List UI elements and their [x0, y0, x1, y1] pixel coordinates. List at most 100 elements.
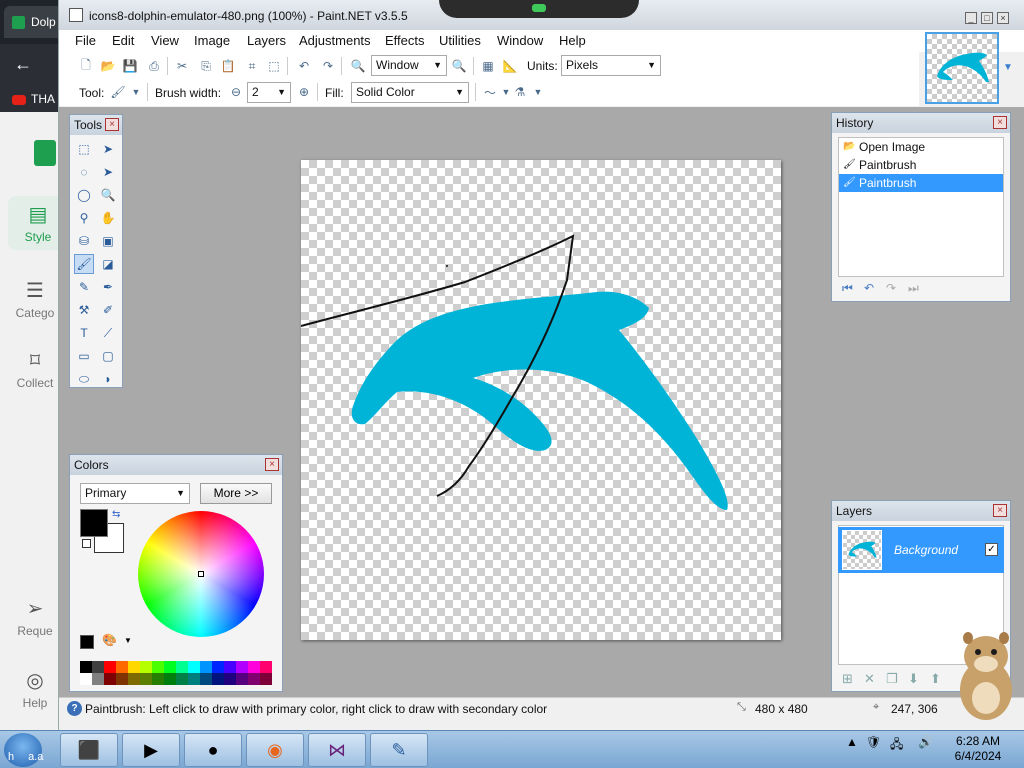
grid-icon[interactable]: ▦ — [479, 57, 497, 75]
move-layer-up-icon[interactable]: ⬆ — [930, 671, 941, 687]
menu-utilities[interactable]: Utilities — [439, 33, 481, 48]
primary-color-swatch[interactable] — [80, 509, 108, 537]
brush-width-dropdown[interactable]: 2 ▼ — [247, 82, 291, 103]
menu-effects[interactable]: Effects — [385, 33, 425, 48]
chevron-down-icon[interactable]: ▼ — [1003, 62, 1013, 73]
save-icon[interactable]: 💾 — [121, 57, 139, 75]
magic-wand-icon[interactable]: ⚲ — [74, 208, 94, 228]
zoom-out-icon[interactable]: 🔍 — [349, 57, 367, 75]
zoom-dropdown[interactable]: Window ▼ — [371, 55, 447, 76]
menu-adjustments[interactable]: Adjustments — [299, 33, 371, 48]
taskbar-app-2[interactable]: ▶ — [122, 733, 180, 767]
taskbar-firefox[interactable]: ◉ — [246, 733, 304, 767]
tools-panel-close-button[interactable]: × — [105, 118, 119, 131]
freeform-shape-icon[interactable]: ◗ — [98, 369, 118, 389]
history-panel-close-button[interactable]: × — [993, 116, 1007, 129]
palette-menu-icon[interactable]: 🎨 — [102, 633, 117, 647]
eraser-icon[interactable]: ◪ — [98, 254, 118, 274]
units-dropdown[interactable]: Pixels ▼ — [561, 55, 661, 76]
taskbar-app-1[interactable]: ⬛ — [60, 733, 118, 767]
history-redo-icon[interactable]: ↷ — [886, 281, 896, 295]
pan-hand-icon[interactable]: ✋ — [98, 208, 118, 228]
rectangle-shape-icon[interactable]: ▭ — [74, 346, 94, 366]
duplicate-layer-icon[interactable]: ❐ — [886, 671, 898, 687]
open-folder-icon[interactable]: 📂 — [99, 57, 117, 75]
color-wheel[interactable] — [138, 511, 264, 637]
paint-bucket-icon[interactable]: ⛁ — [74, 231, 94, 251]
text-icon[interactable]: T — [74, 323, 94, 343]
history-first-icon[interactable]: ⏮ — [842, 281, 853, 296]
chevron-down-icon[interactable]: ▼ — [127, 83, 145, 101]
menu-file[interactable]: File — [75, 33, 96, 48]
blend-mode-icon[interactable]: ⚗ — [511, 83, 529, 101]
pencil-icon[interactable]: ✎ — [74, 277, 94, 297]
menu-edit[interactable]: Edit — [112, 33, 134, 48]
paintbrush-icon[interactable]: 🖌 — [109, 83, 127, 101]
color-mode-dropdown[interactable]: Primary ▼ — [80, 483, 190, 504]
color-palette[interactable] — [80, 661, 272, 685]
image-thumbnail-tab[interactable] — [925, 32, 999, 104]
increase-width-icon[interactable]: ⊕ — [295, 83, 313, 101]
menu-layers[interactable]: Layers — [247, 33, 286, 48]
history-item-paintbrush-selected[interactable]: 🖌 Paintbrush — [839, 174, 1003, 192]
history-undo-icon[interactable]: ↶ — [864, 281, 874, 295]
close-button[interactable]: × — [997, 12, 1009, 24]
fill-dropdown[interactable]: Solid Color ▼ — [351, 82, 469, 103]
layer-row-background[interactable]: Background ✓ — [838, 527, 1004, 573]
color-wheel-cursor[interactable] — [198, 571, 204, 577]
rounded-rectangle-icon[interactable]: ▢ — [98, 346, 118, 366]
rulers-icon[interactable]: 📐 — [501, 57, 519, 75]
add-layer-icon[interactable]: ⊞ — [842, 671, 853, 687]
move-selection-icon[interactable]: ➤ — [98, 139, 118, 159]
back-arrow-icon[interactable]: ← — [14, 54, 32, 75]
redo-icon[interactable]: ↷ — [319, 57, 337, 75]
menu-view[interactable]: View — [151, 33, 179, 48]
history-item-paintbrush[interactable]: 🖌 Paintbrush — [839, 156, 1003, 174]
swap-colors-icon[interactable]: ⇆ — [112, 509, 120, 520]
cut-icon[interactable]: ✂ — [173, 57, 191, 75]
bookmark-link[interactable]: THA — [31, 92, 55, 106]
paintbrush-tool-icon[interactable]: 🖌 — [74, 254, 94, 274]
history-item-open-image[interactable]: 📂 Open Image — [839, 138, 1003, 156]
layer-visibility-checkbox[interactable]: ✓ — [985, 543, 998, 556]
image-canvas[interactable] — [300, 160, 781, 640]
zoom-icon[interactable]: 🔍 — [98, 185, 118, 205]
maximize-button[interactable]: □ — [981, 12, 993, 24]
colors-panel-close-button[interactable]: × — [265, 458, 279, 471]
clone-stamp-icon[interactable]: ⚒ — [74, 300, 94, 320]
taskbar-paintnet[interactable]: ✎ — [370, 733, 428, 767]
deselect-icon[interactable]: ⬚ — [265, 57, 283, 75]
line-curve-icon[interactable]: ⟋ — [98, 323, 118, 343]
reset-colors-icon[interactable] — [82, 539, 91, 548]
taskbar-app-3[interactable]: ● — [184, 733, 242, 767]
primary-mini-swatch[interactable] — [80, 635, 94, 649]
chevron-down-icon[interactable]: ▼ — [124, 636, 132, 645]
menu-help[interactable]: Help — [559, 33, 586, 48]
gradient-icon[interactable]: ▣ — [98, 231, 118, 251]
minimize-button[interactable]: _ — [965, 12, 977, 24]
undo-icon[interactable]: ↶ — [295, 57, 313, 75]
taskbar-visual-studio[interactable]: ⋈ — [308, 733, 366, 767]
chevron-down-icon[interactable]: ▼ — [529, 83, 547, 101]
menu-image[interactable]: Image — [194, 33, 230, 48]
copy-icon[interactable]: ⎘ — [197, 57, 215, 75]
history-last-icon[interactable]: ⏭ — [908, 281, 919, 296]
tray-expand-icon[interactable]: ▲ — [846, 735, 858, 749]
zoom-in-icon[interactable]: 🔍 — [450, 57, 468, 75]
crop-icon[interactable]: ⌗ — [243, 57, 261, 75]
color-picker-icon[interactable]: ✒ — [98, 277, 118, 297]
recolor-icon[interactable]: ✐ — [98, 300, 118, 320]
merge-layer-down-icon[interactable]: ⬇ — [908, 671, 919, 687]
delete-layer-icon[interactable]: ✕ — [864, 671, 875, 687]
network-icon[interactable]: 🖧 — [890, 735, 903, 756]
clock[interactable]: 6:28 AM 6/4/2024 — [948, 734, 1008, 764]
lasso-select-icon[interactable]: ◌ — [74, 162, 94, 182]
decrease-width-icon[interactable]: ⊖ — [227, 83, 245, 101]
paste-icon[interactable]: 📋 — [219, 57, 237, 75]
layers-panel-close-button[interactable]: × — [993, 504, 1007, 517]
volume-icon[interactable]: 🔊 — [918, 735, 933, 749]
more-colors-button[interactable]: More >> — [200, 483, 272, 504]
rectangle-select-icon[interactable]: ⬚ — [74, 139, 94, 159]
security-shield-icon[interactable]: 🛡 — [866, 735, 881, 749]
ellipse-shape-icon[interactable]: ⬭ — [74, 369, 94, 389]
